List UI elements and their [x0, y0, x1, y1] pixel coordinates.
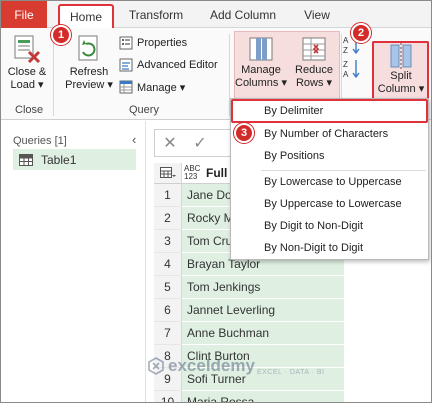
table-row: 6 Jannet Leverling: [154, 299, 344, 322]
row-index[interactable]: 1: [154, 184, 182, 207]
refresh-label-2: Preview ▾: [65, 79, 113, 91]
manage-icon: [119, 80, 133, 94]
menu-item-label: By Digit to Non-Digit: [264, 220, 364, 232]
query-item-table1[interactable]: Table1: [13, 149, 136, 170]
table-row: 7 Anne Buchman: [154, 322, 344, 345]
tab-file[interactable]: File: [1, 1, 47, 28]
by-delimiter-callout-box: [231, 99, 428, 123]
type-123: 123: [184, 172, 198, 181]
row-index[interactable]: 2: [154, 207, 182, 230]
close-load-button[interactable]: Close & Load ▾: [5, 34, 49, 92]
manage-columns-label-1: Manage: [241, 64, 281, 76]
row-index[interactable]: 7: [154, 322, 182, 345]
watermark-name: exceldemy: [168, 356, 255, 375]
tab-home[interactable]: Home: [58, 4, 114, 28]
query-group-label: Query: [129, 104, 159, 116]
menu-item-by-number-of-characters[interactable]: By Number of Characters: [231, 123, 428, 145]
close-load-label-1: Close &: [7, 66, 47, 78]
table-icon: [19, 153, 33, 166]
menu-item-by-non-digit-to-digit[interactable]: By Non-Digit to Digit: [231, 237, 428, 259]
cancel-formula-icon[interactable]: ✕: [155, 133, 185, 153]
manage-label: Manage ▾: [137, 81, 186, 94]
menu-item-label: By Lowercase to Uppercase: [264, 176, 402, 188]
manage-columns-icon: [249, 37, 273, 61]
table-cell[interactable]: Jannet Leverling: [182, 299, 344, 322]
menu-item-label: By Uppercase to Lowercase: [264, 198, 402, 210]
tab-add-column[interactable]: Add Column: [201, 1, 285, 28]
table-row: 5 Tom Jenkings: [154, 276, 344, 299]
menu-item-label: By Non-Digit to Digit: [264, 242, 364, 254]
row-index[interactable]: 4: [154, 253, 182, 276]
row-index[interactable]: 5: [154, 276, 182, 299]
svg-text:Z: Z: [343, 60, 348, 69]
table-row: 10 Maria Rossa: [154, 391, 344, 402]
menu-item-by-digit-to-non-digit[interactable]: By Digit to Non-Digit: [231, 215, 428, 237]
close-load-label-2: Load ▾: [10, 79, 44, 91]
refresh-preview-button[interactable]: Refresh Preview ▾: [61, 34, 117, 92]
manage-columns-label-2: Columns ▾: [235, 77, 287, 89]
menu-item-label: By Number of Characters: [264, 128, 389, 140]
refresh-icon: [78, 35, 98, 61]
svg-text:A: A: [343, 70, 349, 79]
properties-button[interactable]: Properties: [119, 36, 187, 50]
row-index[interactable]: 3: [154, 230, 182, 253]
table-cell[interactable]: Maria Rossa: [182, 391, 344, 402]
select-all-icon[interactable]: [154, 163, 182, 183]
split-column-callout-box: [372, 41, 429, 101]
commit-formula-icon[interactable]: ✓: [185, 133, 215, 153]
advanced-editor-icon: [119, 58, 133, 72]
watermark-logo: exceldemy EXCEL · DATA · BI: [147, 356, 324, 376]
step-badge-3: 3: [234, 123, 254, 143]
tab-view[interactable]: View: [295, 1, 339, 28]
close-group-label: Close: [15, 104, 44, 116]
row-index[interactable]: 6: [154, 299, 182, 322]
reduce-rows-icon: [302, 37, 326, 61]
collapse-pane-icon[interactable]: ‹: [132, 132, 136, 147]
reduce-rows-label-1: Reduce: [295, 64, 333, 76]
step-badge-1: 1: [51, 25, 71, 45]
queries-heading: Queries [1]: [13, 135, 67, 147]
ribbon-separator: [53, 34, 54, 116]
menu-item-by-positions[interactable]: By Positions: [231, 145, 428, 167]
reduce-rows-button[interactable]: Reduce Rows ▾: [291, 36, 337, 90]
column-type-icon[interactable]: ABC 123: [182, 163, 206, 183]
svg-text:A: A: [343, 36, 349, 45]
split-column-menu: By Delimiter By Number of Characters By …: [230, 98, 429, 260]
menu-item-by-uppercase-to-lowercase[interactable]: By Uppercase to Lowercase: [231, 193, 428, 215]
step-badge-2: 2: [351, 23, 371, 43]
reduce-rows-label-2: Rows ▾: [295, 77, 333, 89]
menu-item-by-lowercase-to-uppercase[interactable]: By Lowercase to Uppercase: [231, 171, 428, 193]
power-query-window: File Home Transform Add Column View Clos…: [0, 0, 432, 403]
manage-columns-button[interactable]: Manage Columns ▾: [235, 36, 287, 90]
properties-label: Properties: [137, 37, 188, 49]
properties-icon: [119, 36, 133, 50]
sort-descending-icon[interactable]: Z A: [343, 58, 361, 83]
query-item-label: Table1: [41, 152, 77, 167]
watermark-tagline: EXCEL · DATA · BI: [256, 368, 325, 376]
table-cell[interactable]: Tom Jenkings: [182, 276, 344, 299]
svg-text:Z: Z: [343, 46, 348, 55]
close-load-icon: [14, 35, 41, 64]
manage-button[interactable]: Manage ▾: [119, 80, 185, 94]
queries-pane: Queries [1] ‹ Table1: [1, 121, 146, 402]
table-cell[interactable]: Anne Buchman: [182, 322, 344, 345]
refresh-label-1: Refresh: [69, 66, 109, 78]
advanced-editor-label: Advanced Editor: [137, 59, 218, 71]
exceldemy-logo-icon: [148, 357, 164, 375]
advanced-editor-button[interactable]: Advanced Editor: [119, 58, 218, 72]
menu-item-label: By Positions: [264, 150, 325, 162]
ribbon-tab-bar: File Home Transform Add Column View: [1, 1, 431, 28]
row-index[interactable]: 10: [154, 391, 182, 402]
tab-transform[interactable]: Transform: [120, 1, 192, 28]
